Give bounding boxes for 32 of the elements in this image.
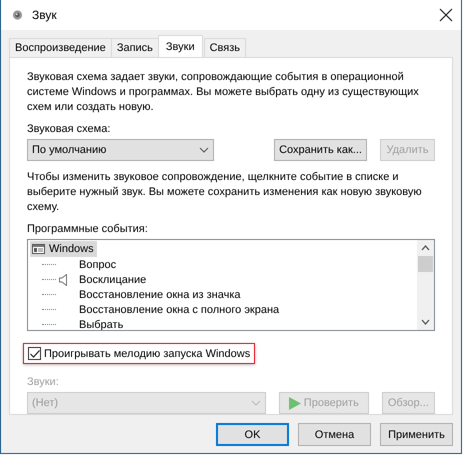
ok-button[interactable]: OK (216, 423, 289, 446)
tree-item[interactable]: Восстановление окна с полного экрана (79, 304, 280, 316)
chevron-down-icon (421, 319, 430, 325)
tab[interactable]: Воспроизведение (9, 38, 112, 57)
instructions-text: Чтобы изменить звуковое сопровождение, щелкните событие в списке и выберите нужный звук. Вы можете сохранить изменения как новую звуковую схему. (27, 170, 423, 215)
cancel-button[interactable]: Отмена (298, 423, 371, 446)
sounds-label: Звуки: (27, 376, 60, 388)
speaker-icon (11, 10, 24, 20)
close-icon (439, 8, 453, 22)
scroll-thumb[interactable] (418, 256, 433, 272)
chevron-up-icon (421, 245, 430, 251)
window-icon (32, 244, 45, 254)
tab[interactable]: Связь (204, 38, 246, 57)
description-text: Звуковая схема задает звуки, сопровождающие события в операционной системе Windows и программах. Вы можете выбрать одну из существующих схем или создать новую. (27, 70, 420, 115)
tab[interactable]: Звуки (158, 35, 203, 57)
apply-button[interactable]: Применить (380, 423, 453, 446)
chevron-down-icon (199, 147, 209, 153)
chevron-down-icon (250, 400, 261, 406)
play-icon (288, 396, 301, 410)
save-as-button[interactable]: Сохранить как... (274, 139, 367, 161)
scrollbar[interactable] (417, 240, 434, 330)
tree-item[interactable]: Вопрос (79, 258, 116, 270)
events-label: Программные события: (27, 223, 149, 235)
scheme-dropdown[interactable]: По умолчанию (27, 139, 214, 161)
scheme-label: Звуковая схема: (27, 123, 112, 135)
tree-item[interactable]: Windows (30, 241, 97, 257)
window-title: Звук (32, 8, 58, 22)
tree-item[interactable]: Восклицание (79, 274, 146, 286)
speaker-icon (59, 274, 67, 286)
startup-checkbox[interactable]: Проигрывать мелодию запуска Windows (23, 343, 256, 364)
tree-item[interactable]: Выбрать (79, 318, 124, 330)
tree-item[interactable]: Восстановление окна из значка (79, 288, 241, 300)
